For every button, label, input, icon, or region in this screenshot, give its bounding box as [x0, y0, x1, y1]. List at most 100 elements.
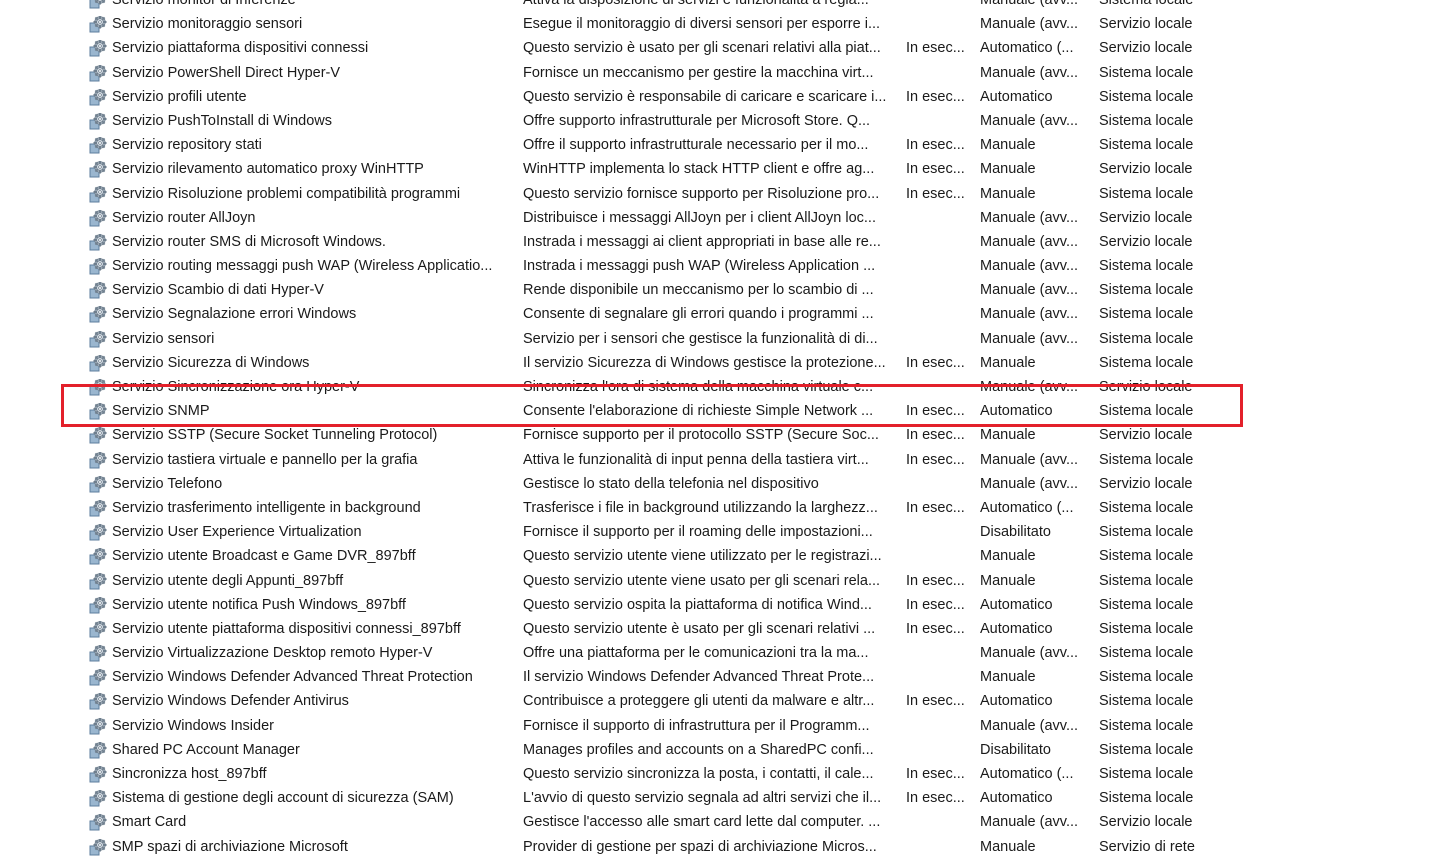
- service-row[interactable]: Servizio router SMS di Microsoft Windows…: [0, 230, 1431, 254]
- service-row[interactable]: Servizio Windows Defender Antivirus Contr…: [0, 689, 1431, 713]
- service-row[interactable]: Servizio monitor di Inferenze Attiva la d…: [0, 0, 1431, 12]
- service-name: Servizio PushToInstall di Windows: [112, 112, 333, 129]
- service-row[interactable]: Servizio Virtualizzazione Desktop remoto…: [0, 641, 1431, 665]
- service-row[interactable]: Servizio utente notifica Push Windows_89…: [0, 593, 1431, 617]
- service-startup-type: Manuale (avv...: [980, 112, 1079, 129]
- gear-icon: [89, 499, 107, 517]
- service-row[interactable]: Sincronizza host_897bff Questo servizio s…: [0, 762, 1431, 786]
- service-status: In esec...: [906, 88, 965, 105]
- service-row[interactable]: Sistema di gestione degli account di sic…: [0, 786, 1431, 810]
- service-logon-as: Sistema locale: [1099, 645, 1194, 662]
- service-startup-type: Automatico: [980, 620, 1053, 637]
- service-startup-type: Manuale (avv...: [980, 306, 1079, 323]
- service-name: Servizio monitor di Inferenze: [112, 0, 296, 8]
- service-description: Fornisce il supporto di infrastruttura p…: [523, 717, 870, 734]
- gear-icon: [89, 766, 107, 783]
- service-row[interactable]: Servizio routing messaggi push WAP (Wire…: [0, 254, 1431, 278]
- service-row[interactable]: Servizio Sincronizzazione ora Hyper-V Sin…: [0, 375, 1431, 399]
- service-logon-as: Sistema locale: [1099, 137, 1194, 154]
- service-row[interactable]: Servizio utente piattaforma dispositivi …: [0, 617, 1431, 641]
- service-name: Servizio tastiera virtuale e pannello pe…: [112, 451, 418, 468]
- service-row[interactable]: Servizio utente Broadcast e Game DVR_897…: [0, 544, 1431, 568]
- gear-icon: [89, 427, 107, 444]
- service-startup-type: Manuale: [980, 185, 1036, 202]
- service-description: Questo servizio ospita la piattaforma di…: [523, 596, 872, 613]
- gear-icon: [89, 88, 107, 106]
- service-description: Fornisce il supporto per il roaming dell…: [523, 524, 873, 541]
- service-logon-as: Servizio di rete: [1099, 838, 1195, 855]
- gear-icon: [89, 185, 107, 203]
- service-description: WinHTTP implementa lo stack HTTP client …: [523, 161, 875, 178]
- service-row[interactable]: SMP spazi di archiviazione Microsoft Prov…: [0, 835, 1431, 859]
- service-startup-type: Manuale: [980, 137, 1036, 154]
- service-name: Servizio SNMP: [112, 403, 210, 420]
- service-logon-as: Sistema locale: [1099, 717, 1194, 734]
- service-description: Questo servizio è responsabile di carica…: [523, 88, 887, 105]
- gear-icon: [89, 282, 107, 299]
- service-description: Distribuisce i messaggi AllJoyn per i cl…: [523, 209, 876, 226]
- service-name: Servizio Risoluzione problemi compatibil…: [112, 185, 461, 202]
- service-row[interactable]: Servizio Scambio di dati Hyper-V Rende di…: [0, 278, 1431, 302]
- service-status: In esec...: [906, 620, 965, 637]
- service-row[interactable]: Servizio profili utente Questo servizio è…: [0, 85, 1431, 109]
- service-startup-type: Manuale (avv...: [980, 0, 1079, 8]
- service-name: Servizio Telefono: [112, 475, 223, 492]
- service-description: Gestisce l'accesso alle smart card lette…: [523, 814, 881, 831]
- service-row[interactable]: Servizio repository stati Offre il suppor…: [0, 133, 1431, 157]
- service-row[interactable]: Servizio piattaforma dispositivi conness…: [0, 36, 1431, 60]
- service-startup-type: Manuale (avv...: [980, 282, 1079, 299]
- service-startup-type: Automatico (...: [980, 766, 1074, 782]
- service-row[interactable]: Servizio trasferimento intelligente in b…: [0, 496, 1431, 520]
- service-logon-as: Sistema locale: [1099, 330, 1194, 347]
- service-row[interactable]: Servizio Telefono Gestisce lo stato della…: [0, 472, 1431, 496]
- service-startup-type: Manuale (avv...: [980, 64, 1079, 81]
- service-row[interactable]: Servizio Sicurezza di Windows Il servizio…: [0, 351, 1431, 375]
- gear-icon: [89, 741, 107, 759]
- service-startup-type: Manuale (avv...: [980, 258, 1079, 275]
- service-row[interactable]: Servizio rilevamento automatico proxy Wi…: [0, 157, 1431, 181]
- service-row[interactable]: Servizio PowerShell Direct Hyper-V Fornis…: [0, 61, 1431, 85]
- gear-icon: [89, 790, 107, 807]
- service-startup-type: Manuale (avv...: [980, 16, 1079, 33]
- service-startup-type: Disabilitato: [980, 741, 1051, 758]
- service-description: Instrada i messaggi ai client appropriat…: [523, 233, 881, 250]
- service-description: Servizio per i sensori che gestisce la f…: [523, 330, 878, 347]
- service-row[interactable]: Servizio tastiera virtuale e pannello pe…: [0, 448, 1431, 472]
- service-startup-type: Manuale: [980, 354, 1036, 371]
- service-logon-as: Servizio locale: [1099, 209, 1193, 226]
- service-status: In esec...: [906, 596, 965, 613]
- service-row[interactable]: Shared PC Account Manager Manages profile…: [0, 738, 1431, 762]
- service-row[interactable]: Servizio monitoraggio sensori Esegue il m…: [0, 12, 1431, 36]
- service-description: Questo servizio utente viene usato per g…: [523, 572, 881, 589]
- service-startup-type: Automatico: [980, 790, 1053, 807]
- service-name: Sincronizza host_897bff: [112, 766, 267, 782]
- service-row[interactable]: Smart Card Gestisce l'accesso alle smart …: [0, 810, 1431, 834]
- service-logon-as: Servizio locale: [1099, 233, 1193, 250]
- service-row[interactable]: Servizio Risoluzione problemi compatibil…: [0, 182, 1431, 206]
- gear-icon: [89, 161, 107, 178]
- service-name: Servizio monitoraggio sensori: [112, 16, 303, 33]
- service-startup-type: Automatico: [980, 403, 1053, 420]
- service-name: Servizio routing messaggi push WAP (Wire…: [112, 258, 493, 275]
- gear-icon: [89, 693, 107, 710]
- service-row[interactable]: Servizio sensori Servizio per i sensori c…: [0, 327, 1431, 351]
- service-row[interactable]: Servizio router AllJoyn Distribuisce i me…: [0, 206, 1431, 230]
- service-status: In esec...: [906, 403, 965, 420]
- service-row[interactable]: Servizio User Experience Virtualization F…: [0, 520, 1431, 544]
- gear-icon: [89, 112, 107, 130]
- service-name: Servizio sensori: [112, 330, 215, 347]
- gear-icon: [89, 645, 107, 662]
- service-row[interactable]: Servizio Windows Defender Advanced Threa…: [0, 665, 1431, 689]
- service-row[interactable]: Servizio utente degli Appunti_897bff Ques…: [0, 569, 1431, 593]
- service-row[interactable]: Servizio Segnalazione errori Windows Cons…: [0, 302, 1431, 326]
- service-row[interactable]: Servizio SSTP (Secure Socket Tunneling P…: [0, 423, 1431, 447]
- service-description: Fornisce un meccanismo per gestire la ma…: [523, 64, 874, 81]
- service-logon-as: Sistema locale: [1099, 524, 1194, 541]
- service-row[interactable]: Servizio Windows Insider Fornisce il supp…: [0, 714, 1431, 738]
- service-startup-type: Automatico: [980, 693, 1053, 710]
- gear-icon: [89, 258, 107, 275]
- gear-icon: [89, 16, 107, 33]
- service-row-highlighted[interactable]: Servizio SNMP Consente l'elaborazione di …: [0, 399, 1431, 423]
- service-startup-type: Automatico (...: [980, 499, 1074, 516]
- service-row[interactable]: Servizio PushToInstall di Windows Offre s…: [0, 109, 1431, 133]
